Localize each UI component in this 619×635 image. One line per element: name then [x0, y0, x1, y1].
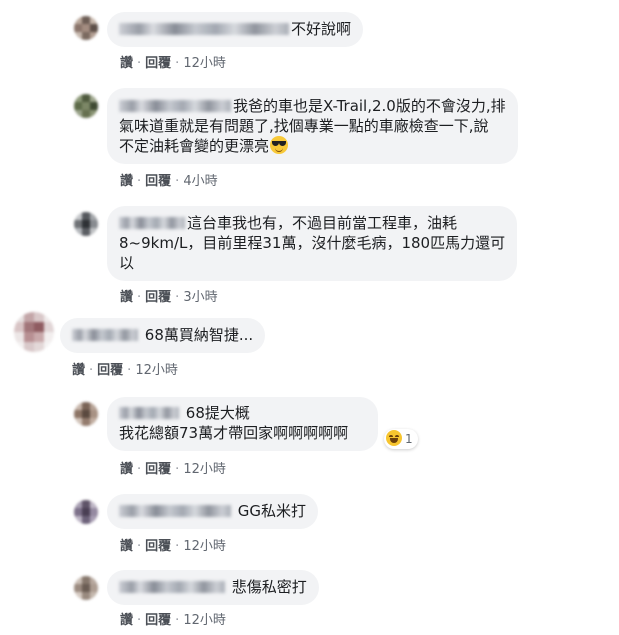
separator: ·	[175, 539, 180, 554]
timestamp[interactable]: 12小時	[183, 458, 226, 477]
comment-actions: 讚 · 回覆 · 12小時	[120, 458, 226, 477]
separator: ·	[175, 462, 180, 477]
haha-emoji-icon	[386, 430, 402, 446]
avatar[interactable]	[74, 500, 98, 524]
timestamp[interactable]: 3小時	[183, 286, 217, 305]
commenter-name[interactable]	[119, 407, 179, 419]
commenter-name[interactable]	[119, 100, 231, 112]
separator: ·	[137, 56, 142, 71]
separator: ·	[137, 174, 142, 189]
like-button[interactable]: 讚	[72, 359, 85, 378]
sunglasses-emoji-icon	[270, 136, 289, 154]
separator: ·	[175, 174, 180, 189]
separator: ·	[137, 613, 142, 628]
comment-text: 8~9km/L，目前里程31萬，沒什麼毛病，180匹馬力還可	[119, 234, 506, 252]
comment-bubble: 68提大概 我花總額73萬才帶回家啊啊啊啊啊	[107, 397, 379, 451]
separator: ·	[137, 539, 142, 554]
comment-bubble: GG私米打	[107, 494, 319, 529]
separator: ·	[175, 613, 180, 628]
timestamp[interactable]: 12小時	[135, 359, 178, 378]
comment-bubble: 我爸的車也是X-Trail,2.0版的不會沒力,排 氣味道重就是有問題了,找個專…	[107, 88, 518, 164]
comment-bubble: 68萬買納智捷...	[60, 318, 266, 353]
separator: ·	[137, 290, 142, 305]
comment-text: 68萬買納智捷...	[144, 326, 254, 344]
timestamp[interactable]: 4小時	[183, 170, 217, 189]
reply-button[interactable]: 回覆	[145, 458, 171, 477]
reply-button[interactable]: 回覆	[145, 170, 171, 189]
avatar[interactable]	[74, 16, 98, 40]
comment-actions: 讚 · 回覆 · 12小時	[120, 609, 226, 628]
comment-bubble: 悲傷私密打	[107, 570, 319, 605]
commenter-name[interactable]	[119, 217, 185, 229]
comment-actions: 讚 · 回覆 · 12小時	[120, 535, 226, 554]
avatar[interactable]	[14, 312, 54, 352]
like-button[interactable]: 讚	[120, 535, 133, 554]
like-button[interactable]: 讚	[120, 458, 133, 477]
reply-button[interactable]: 回覆	[145, 286, 171, 305]
avatar[interactable]	[74, 576, 98, 600]
comment-text: 這台車我也有，不過目前當工程車，油耗	[187, 214, 458, 232]
timestamp[interactable]: 12小時	[183, 609, 226, 628]
separator: ·	[175, 290, 180, 305]
comment-text: 悲傷私密打	[231, 578, 307, 596]
separator: ·	[137, 462, 142, 477]
comment-actions: 讚 · 回覆 · 12小時	[120, 52, 226, 71]
timestamp[interactable]: 12小時	[183, 535, 226, 554]
comment-actions: 讚 · 回覆 · 4小時	[120, 170, 218, 189]
comment-actions: 讚 · 回覆 · 3小時	[120, 286, 218, 305]
comment-actions: 讚 · 回覆 · 12小時	[72, 359, 178, 378]
commenter-name[interactable]	[72, 329, 138, 341]
reply-button[interactable]: 回覆	[145, 52, 171, 71]
comment-text: 不定油耗會變的更漂亮	[119, 137, 270, 155]
comment-bubble: 這台車我也有，不過目前當工程車，油耗 8~9km/L，目前里程31萬，沒什麼毛病…	[107, 206, 518, 281]
avatar[interactable]	[74, 402, 98, 426]
comment-text: 我爸的車也是X-Trail,2.0版的不會沒力,排	[233, 97, 506, 115]
avatar[interactable]	[74, 212, 98, 236]
separator: ·	[175, 56, 180, 71]
timestamp[interactable]: 12小時	[183, 52, 226, 71]
commenter-name[interactable]	[119, 581, 225, 593]
comment-text: 不好說啊	[291, 20, 352, 38]
commenter-name[interactable]	[119, 23, 289, 35]
comment-text: 以	[119, 254, 135, 272]
comment-text: GG私米打	[237, 502, 307, 520]
reply-button[interactable]: 回覆	[145, 609, 171, 628]
like-button[interactable]: 讚	[120, 170, 133, 189]
separator: ·	[127, 363, 132, 378]
comment-bubble: 不好說啊	[107, 12, 364, 47]
reply-button[interactable]: 回覆	[145, 535, 171, 554]
reply-button[interactable]: 回覆	[97, 359, 123, 378]
reaction-count: 1	[405, 432, 413, 446]
comment-text: 氣味道重就是有問題了,找個專業一點的車廠檢查一下,說	[119, 117, 489, 135]
commenter-name[interactable]	[119, 505, 231, 517]
separator: ·	[89, 363, 94, 378]
like-button[interactable]: 讚	[120, 52, 133, 71]
avatar[interactable]	[74, 94, 98, 118]
like-button[interactable]: 讚	[120, 609, 133, 628]
comment-text: 我花總額73萬才帶回家啊啊啊啊啊	[119, 424, 349, 442]
reaction-summary[interactable]: 1	[384, 429, 418, 449]
like-button[interactable]: 讚	[120, 286, 133, 305]
comment-text: 68提大概	[185, 404, 250, 422]
